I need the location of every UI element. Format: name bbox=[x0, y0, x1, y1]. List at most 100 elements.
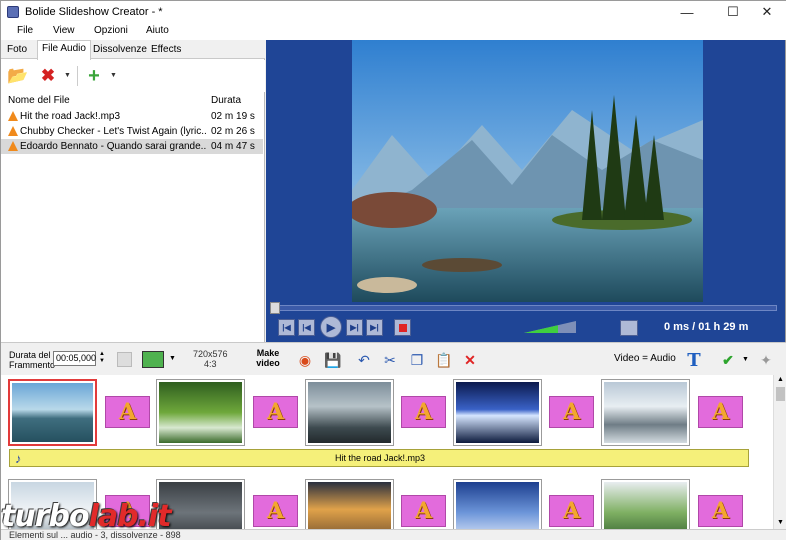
file-name: Edoardo Bennato - Quando sarai grande...… bbox=[20, 141, 206, 152]
cut-icon[interactable]: ✂ bbox=[381, 351, 399, 369]
stop-icon[interactable] bbox=[394, 319, 411, 336]
save-icon[interactable]: 💾 bbox=[324, 351, 342, 369]
transition-letter: A bbox=[266, 399, 285, 425]
delete-frame-icon[interactable]: ✕ bbox=[461, 351, 479, 369]
file-list-header: Nome del File Durata bbox=[1, 93, 265, 109]
volume-slider[interactable] bbox=[524, 321, 576, 333]
tab-effects[interactable]: Effects bbox=[147, 42, 185, 59]
scroll-down-icon[interactable]: ▼ bbox=[777, 519, 784, 526]
color-swatch[interactable] bbox=[117, 352, 132, 367]
vlc-icon bbox=[8, 126, 18, 136]
copy-icon[interactable]: ❐ bbox=[408, 351, 426, 369]
file-row[interactable]: Chubby Checker - Let's Twist Again (lyri… bbox=[1, 124, 263, 139]
timeline-toolbar: Durata del Frammento 00:05,000 ▲ ▼ ▼ 720x… bbox=[1, 342, 786, 375]
seek-track[interactable] bbox=[274, 305, 777, 311]
seek-bar[interactable] bbox=[266, 302, 785, 314]
duration-spinner[interactable]: ▲ ▼ bbox=[97, 351, 107, 366]
watermark-logo: turbolab.it bbox=[1, 499, 172, 534]
vertical-scrollbar[interactable]: ▲ ▼ bbox=[773, 375, 786, 529]
tab-strip: Foto File Audio Dissolvenze Effects bbox=[1, 40, 265, 60]
title-bar: Bolide Slideshow Creator - * — ☐ ✕ bbox=[1, 1, 786, 23]
check-dropdown-icon[interactable]: ▼ bbox=[742, 356, 749, 363]
transition-letter: A bbox=[414, 498, 433, 524]
audio-track-label: Hit the road Jack!.mp3 bbox=[334, 453, 426, 463]
tab-file-audio[interactable]: File Audio bbox=[37, 40, 91, 60]
column-duration[interactable]: Durata bbox=[211, 95, 241, 106]
menu-bar: File View Opzioni Aiuto bbox=[1, 23, 786, 40]
slide-frame[interactable] bbox=[156, 379, 245, 446]
undo-icon[interactable]: ↶ bbox=[355, 351, 373, 369]
tools-icon[interactable]: ✦ bbox=[757, 351, 775, 369]
transition-tile[interactable]: A bbox=[401, 495, 446, 527]
transition-letter: A bbox=[118, 399, 137, 425]
transition-tile[interactable]: A bbox=[549, 396, 594, 428]
file-duration: 02 m 19 s bbox=[211, 111, 255, 122]
left-panel: Foto File Audio Dissolvenze Effects 📂 ✖ … bbox=[1, 40, 265, 342]
delete-dropdown-icon[interactable]: ▼ bbox=[64, 72, 71, 79]
go-end-icon[interactable]: ▶| bbox=[366, 319, 383, 336]
column-name[interactable]: Nome del File bbox=[8, 95, 70, 106]
transition-tile[interactable]: A bbox=[105, 396, 150, 428]
play-icon[interactable]: ▶ bbox=[320, 316, 342, 338]
go-start-icon[interactable]: |◀ bbox=[278, 319, 295, 336]
vlc-icon bbox=[8, 141, 18, 151]
file-name: Chubby Checker - Let's Twist Again (lyri… bbox=[20, 126, 206, 137]
record-icon[interactable]: ◉ bbox=[296, 351, 314, 369]
resolution-display: 720x576 4:3 bbox=[193, 349, 228, 369]
check-icon[interactable]: ✔ bbox=[719, 351, 737, 369]
slide-frame[interactable] bbox=[8, 379, 97, 446]
menu-opzioni[interactable]: Opzioni bbox=[94, 25, 128, 36]
file-duration: 04 m 47 s bbox=[211, 141, 255, 152]
resolution-value: 720x576 bbox=[193, 349, 228, 359]
scroll-up-icon[interactable]: ▲ bbox=[777, 376, 784, 383]
transition-letter: A bbox=[711, 399, 730, 425]
file-name: Hit the road Jack!.mp3 bbox=[20, 111, 121, 122]
video-audio-label: Video = Audio bbox=[614, 353, 676, 364]
fullscreen-icon[interactable] bbox=[620, 320, 638, 336]
transition-tile[interactable]: A bbox=[698, 495, 743, 527]
transition-tile[interactable]: A bbox=[253, 495, 298, 527]
tab-dissolvenze[interactable]: Dissolvenze bbox=[89, 42, 151, 59]
tab-foto[interactable]: Foto bbox=[3, 42, 31, 59]
slide-frame[interactable] bbox=[453, 379, 542, 446]
menu-view[interactable]: View bbox=[53, 25, 75, 36]
slide-frame[interactable] bbox=[305, 379, 394, 446]
transition-letter: A bbox=[711, 498, 730, 524]
vlc-icon bbox=[8, 111, 18, 121]
add-dropdown-icon[interactable]: ▼ bbox=[110, 72, 117, 79]
background-image-icon[interactable] bbox=[142, 351, 164, 368]
open-folder-icon[interactable]: 📂 bbox=[7, 66, 29, 86]
make-video-button[interactable]: Make video bbox=[251, 348, 285, 368]
background-dropdown-icon[interactable]: ▼ bbox=[169, 355, 176, 362]
menu-file[interactable]: File bbox=[17, 25, 33, 36]
menu-aiuto[interactable]: Aiuto bbox=[146, 25, 169, 36]
next-frame-icon[interactable]: ▶| bbox=[346, 319, 363, 336]
player-controls: |◀ |◀ ▶ ▶| ▶| 0 ms / 01 h 29 m bbox=[266, 314, 785, 342]
audio-track-bar[interactable]: ♪ Hit the road Jack!.mp3 bbox=[9, 449, 749, 467]
delete-icon[interactable]: ✖ bbox=[37, 66, 59, 86]
slide-frame[interactable] bbox=[601, 379, 690, 446]
transition-tile[interactable]: A bbox=[401, 396, 446, 428]
file-duration: 02 m 26 s bbox=[211, 126, 255, 137]
file-row-selected[interactable]: Edoardo Bennato - Quando sarai grande...… bbox=[1, 139, 263, 154]
transition-tile[interactable]: A bbox=[253, 396, 298, 428]
duration-input[interactable]: 00:05,000 bbox=[53, 351, 96, 366]
app-icon bbox=[7, 6, 19, 18]
minimize-icon[interactable]: — bbox=[667, 1, 707, 23]
text-icon[interactable]: T bbox=[685, 350, 703, 371]
duration-label: Durata del Frammento bbox=[9, 350, 56, 370]
paste-icon[interactable]: 📋 bbox=[435, 351, 453, 369]
seek-thumb[interactable] bbox=[270, 302, 280, 314]
close-icon[interactable]: ✕ bbox=[747, 1, 786, 23]
window-title: Bolide Slideshow Creator - * bbox=[25, 6, 163, 18]
transition-tile[interactable]: A bbox=[698, 396, 743, 428]
scroll-thumb[interactable] bbox=[776, 387, 785, 401]
toolbar-divider bbox=[77, 66, 78, 86]
file-row[interactable]: Hit the road Jack!.mp3 02 m 19 s bbox=[1, 109, 263, 124]
time-readout: 0 ms / 01 h 29 m bbox=[664, 321, 749, 333]
transition-letter: A bbox=[562, 399, 581, 425]
transition-tile[interactable]: A bbox=[549, 495, 594, 527]
preview-image bbox=[352, 40, 703, 302]
prev-frame-icon[interactable]: |◀ bbox=[298, 319, 315, 336]
add-icon[interactable]: + bbox=[83, 65, 105, 87]
